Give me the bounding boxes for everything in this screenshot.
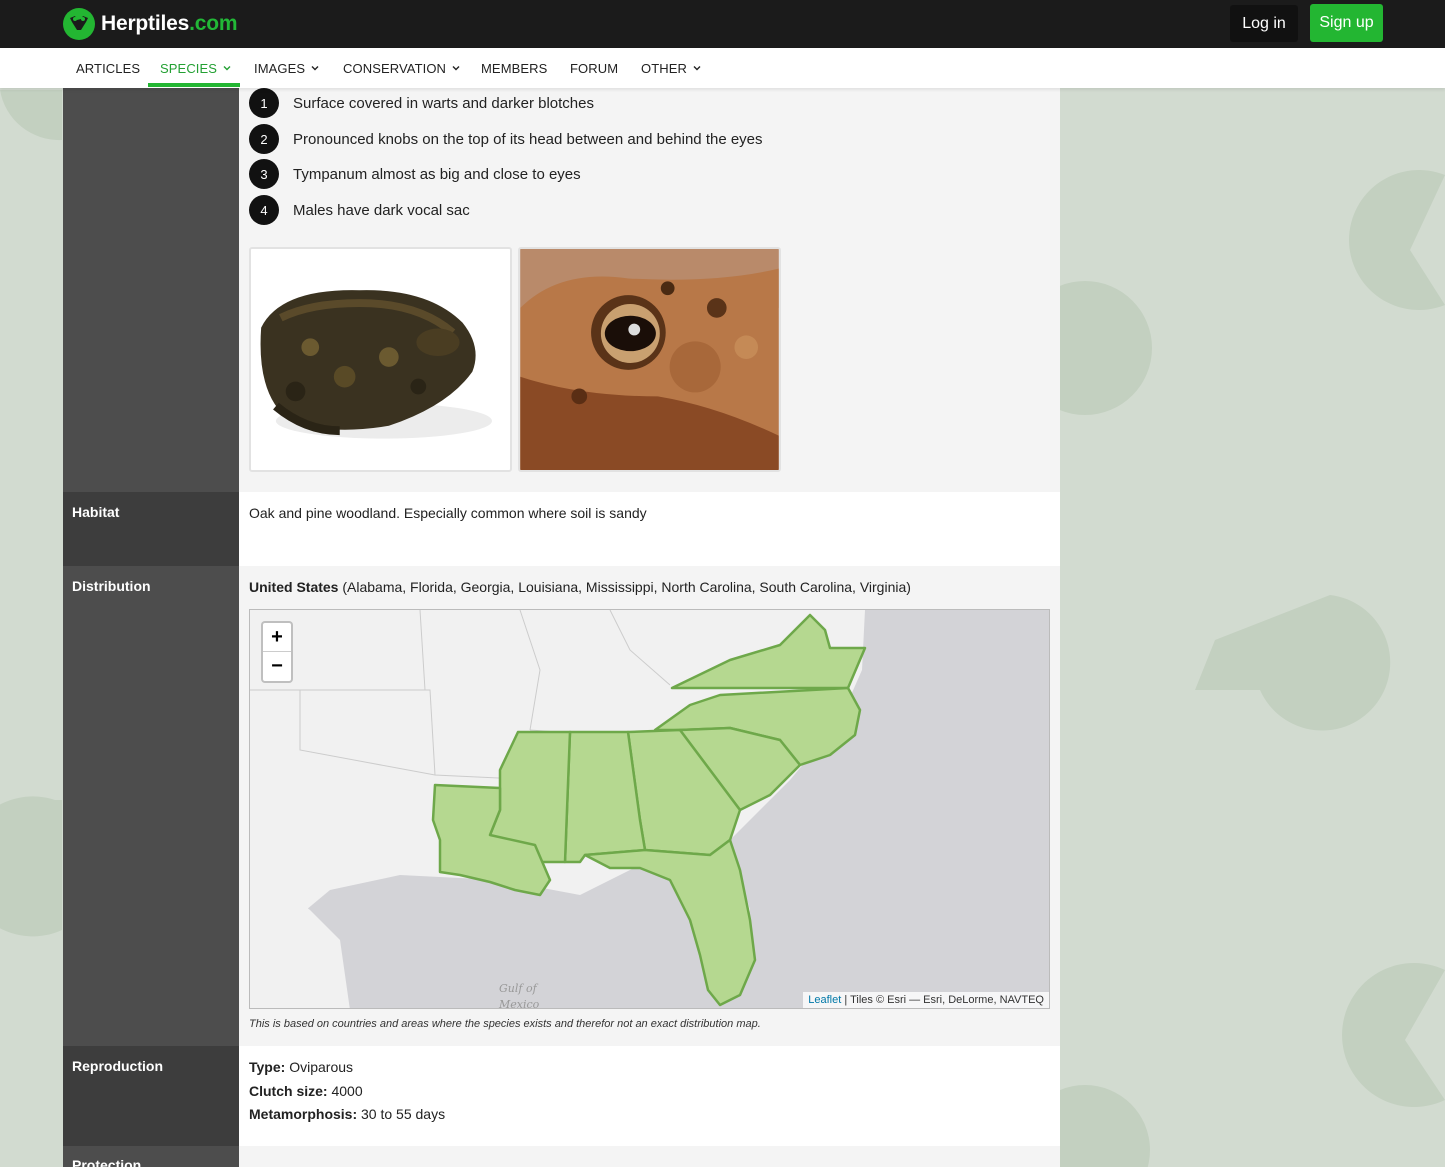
identification-values: 1 Surface covered in warts and darker bl…	[239, 88, 1060, 492]
habitat-text: Oak and pine woodland. Especially common…	[249, 505, 647, 521]
frog-logo-icon	[63, 8, 95, 40]
zoom-in-button[interactable]: +	[263, 623, 291, 652]
active-nav-indicator	[148, 83, 240, 87]
chevron-down-icon	[311, 66, 319, 71]
distribution-label: Distribution	[63, 566, 239, 1046]
feature-item: 1 Surface covered in warts and darker bl…	[249, 88, 594, 118]
feature-number: 3	[249, 159, 279, 189]
feature-item: 2 Pronounced knobs on the top of its hea…	[249, 124, 763, 154]
distribution-value-col: United States (Alabama, Florida, Georgia…	[239, 566, 1060, 1046]
reproduction-clutch: Clutch size: 4000	[249, 1083, 363, 1099]
main-nav: ARTICLES SPECIES IMAGES CONSERVATION MEM…	[0, 48, 1445, 88]
nav-species[interactable]: SPECIES	[160, 48, 231, 88]
distribution-map[interactable]: Gulf of Mexico + − Leaflet | Tiles © Esr…	[249, 609, 1050, 1009]
distribution-country: United States	[249, 579, 339, 595]
identification-label-col	[63, 88, 239, 492]
habitat-section: Habitat Oak and pine woodland. Especiall…	[63, 492, 1060, 566]
distribution-regions: (Alabama, Florida, Georgia, Louisiana, M…	[342, 579, 911, 595]
habitat-label: Habitat	[63, 492, 239, 566]
feature-item: 3 Tympanum almost as big and close to ey…	[249, 159, 581, 189]
nav-other[interactable]: OTHER	[641, 48, 701, 88]
top-bar: Herptiles.com Log in Sign up	[0, 0, 1445, 48]
feature-text: Surface covered in warts and darker blot…	[293, 94, 594, 112]
toad-photo-closeup[interactable]	[518, 247, 781, 472]
gulf-label-line2: Mexico	[498, 998, 540, 1009]
reproduction-section: Reproduction Type: Oviparous Clutch size…	[63, 1046, 1060, 1146]
toad-image	[251, 249, 510, 470]
feature-text: Males have dark vocal sac	[293, 201, 470, 219]
reproduction-metamorphosis: Metamorphosis: 30 to 55 days	[249, 1106, 446, 1122]
nav-articles[interactable]: ARTICLES	[76, 48, 140, 88]
feature-number: 1	[249, 88, 279, 118]
feature-item: 4 Males have dark vocal sac	[249, 195, 470, 225]
site-logo[interactable]: Herptiles.com	[62, 6, 237, 42]
toad-closeup-image	[520, 249, 779, 470]
map-tiles: Gulf of Mexico	[250, 610, 1049, 1009]
protection-section: Protection	[63, 1146, 1060, 1167]
reproduction-value-col: Type: Oviparous Clutch size: 4000 Metamo…	[239, 1046, 1060, 1146]
nav-images[interactable]: IMAGES	[254, 48, 319, 88]
distribution-section: Distribution United States (Alabama, Flo…	[63, 566, 1060, 1046]
species-details: 1 Surface covered in warts and darker bl…	[63, 88, 1060, 1167]
protection-label: Protection	[63, 1146, 239, 1167]
chevron-down-icon	[223, 66, 231, 71]
map-attribution: Leaflet | Tiles © Esri — Esri, DeLorme, …	[803, 992, 1049, 1008]
tiles-attribution: | Tiles © Esri — Esri, DeLorme, NAVTEQ	[844, 994, 1044, 1006]
zoom-out-button[interactable]: −	[263, 652, 291, 681]
reproduction-label: Reproduction	[63, 1046, 239, 1146]
leaflet-link[interactable]: Leaflet	[808, 994, 841, 1006]
feature-number: 2	[249, 124, 279, 154]
gulf-label-line1: Gulf of	[499, 982, 539, 995]
reproduction-type: Type: Oviparous	[249, 1059, 354, 1075]
feature-text: Tympanum almost as big and close to eyes	[293, 165, 581, 183]
site-name: Herptiles.com	[101, 12, 238, 35]
chevron-down-icon	[693, 66, 701, 71]
feature-number: 4	[249, 195, 279, 225]
map-zoom-control: + −	[261, 621, 293, 683]
identification-section: 1 Surface covered in warts and darker bl…	[63, 88, 1060, 492]
distribution-text: United States (Alabama, Florida, Georgia…	[249, 579, 911, 595]
map-disclaimer: This is based on countries and areas whe…	[249, 1018, 761, 1030]
feature-text: Pronounced knobs on the top of its head …	[293, 130, 763, 148]
chevron-down-icon	[452, 66, 460, 71]
nav-forum[interactable]: FORUM	[570, 48, 618, 88]
nav-members[interactable]: MEMBERS	[481, 48, 547, 88]
signup-button[interactable]: Sign up	[1310, 4, 1383, 42]
toad-photo-white[interactable]	[249, 247, 512, 472]
protection-value-col	[239, 1146, 1060, 1167]
login-button[interactable]: Log in	[1230, 5, 1298, 42]
nav-conservation[interactable]: CONSERVATION	[343, 48, 460, 88]
habitat-value-col: Oak and pine woodland. Especially common…	[239, 492, 1060, 566]
